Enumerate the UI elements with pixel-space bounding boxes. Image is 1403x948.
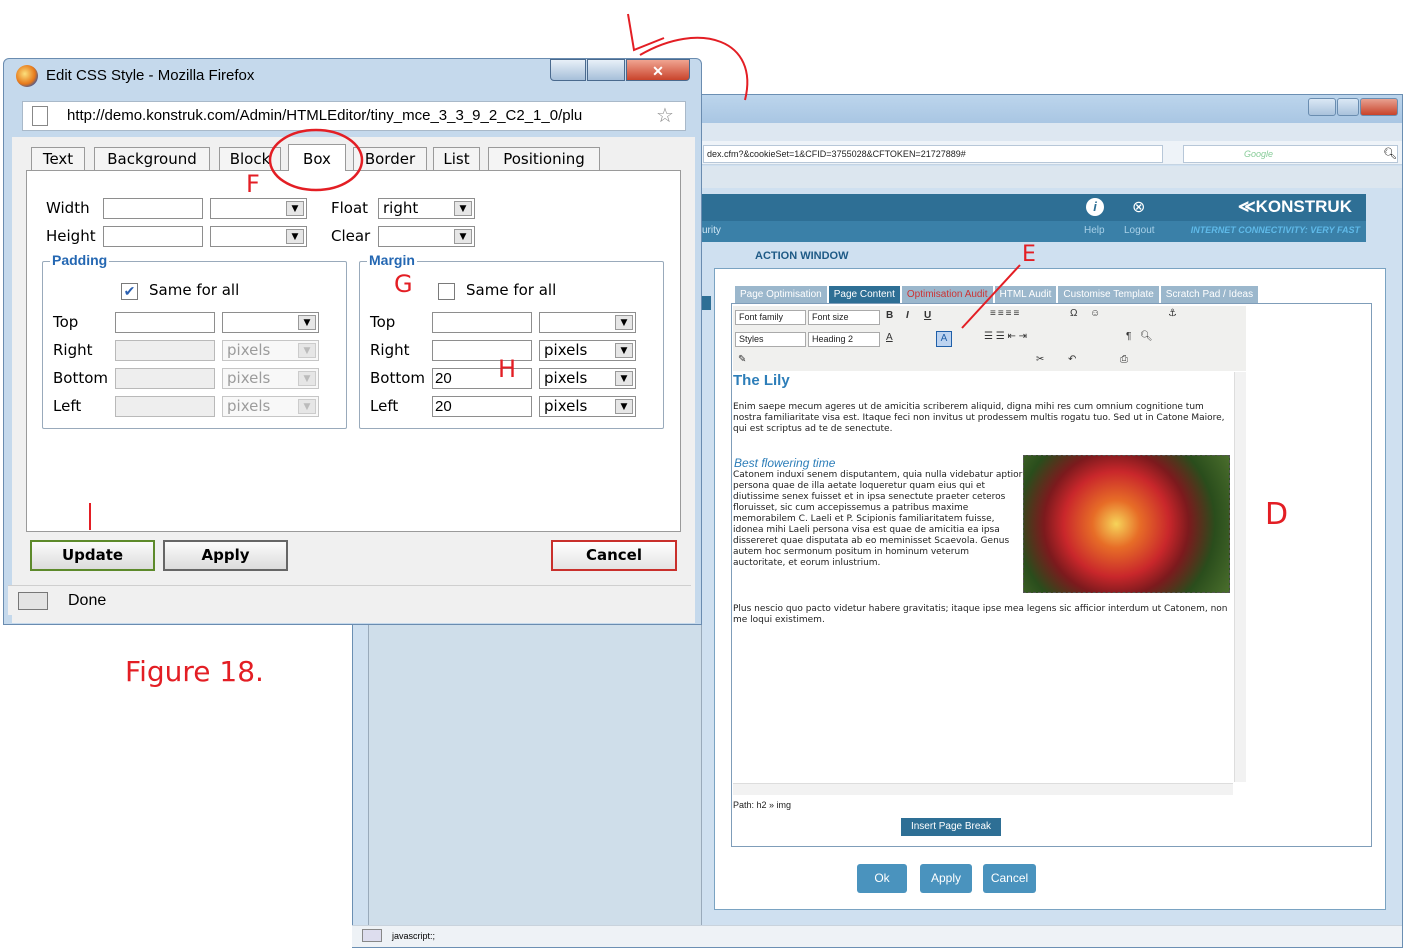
annotation-g: G	[394, 270, 413, 298]
annotation-f: F	[246, 170, 260, 198]
pointer-line	[961, 264, 1021, 329]
tab-box[interactable]: Box	[288, 144, 346, 171]
annotation-d: D	[1265, 497, 1289, 532]
figure-caption: Figure 18.	[125, 655, 264, 688]
annotation-h: H	[498, 355, 517, 383]
annotation-overlay	[89, 13, 1021, 530]
curved-arrow	[639, 36, 749, 101]
arrow-head-icon	[627, 13, 665, 52]
annotation-e: E	[1022, 242, 1036, 267]
